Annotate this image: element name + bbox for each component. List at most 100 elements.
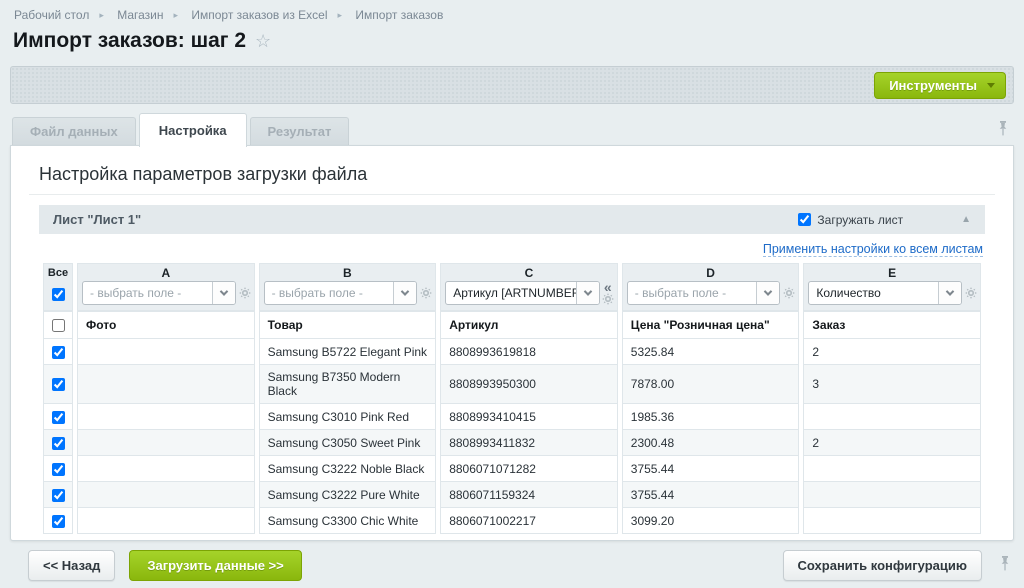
cell-price: 3755.44 xyxy=(622,456,800,482)
row-checkbox[interactable] xyxy=(52,411,65,424)
cell-order xyxy=(803,482,981,508)
select-value: - выбрать поле - xyxy=(83,286,212,300)
breadcrumb-import-excel[interactable]: Импорт заказов из Excel xyxy=(191,8,327,22)
cell-photo xyxy=(77,508,255,534)
chevron-down-icon xyxy=(576,282,599,304)
header-row-checkbox[interactable] xyxy=(52,319,65,332)
cell-order xyxy=(803,508,981,534)
sheet-title: Лист "Лист 1" xyxy=(53,212,141,227)
column-d-field-select[interactable]: - выбрать поле - xyxy=(627,281,781,305)
table-row: Samsung B7350 Modern Black 8808993950300… xyxy=(43,365,981,404)
column-a-field-select[interactable]: - выбрать поле - xyxy=(82,281,236,305)
cell-order: 2 xyxy=(803,339,981,365)
load-sheet-checkbox[interactable] xyxy=(798,213,811,226)
column-letter-c: C xyxy=(440,263,618,280)
chevron-down-icon xyxy=(393,282,416,304)
row-checkbox[interactable] xyxy=(52,515,65,528)
pin-icon[interactable] xyxy=(1000,556,1010,576)
table-row: Samsung C3300 Chic White 8806071002217 3… xyxy=(43,508,981,534)
column-letter-b: B xyxy=(259,263,437,280)
breadcrumb-shop[interactable]: Магазин xyxy=(117,8,163,22)
cell-product: Samsung C3222 Pure White xyxy=(259,482,437,508)
favorite-star-icon[interactable]: ☆ xyxy=(255,31,271,52)
column-letter-d: D xyxy=(622,263,800,280)
sheet-block: Лист "Лист 1" Загружать лист ▲ Применить… xyxy=(39,205,985,534)
row-checkbox[interactable] xyxy=(52,463,65,476)
table-row: Samsung C3222 Noble Black 8806071071282 … xyxy=(43,456,981,482)
footer-bar: << Назад Загрузить данные >> Сохранить к… xyxy=(10,550,1014,581)
table-row: Samsung B5722 Elegant Pink 8808993619818… xyxy=(43,339,981,365)
tools-button[interactable]: Инструменты xyxy=(874,72,1006,99)
column-header-photo: Фото xyxy=(77,311,255,339)
select-all-checkbox[interactable] xyxy=(52,288,65,301)
breadcrumb: Рабочий стол ▸ Магазин ▸ Импорт заказов из… xyxy=(14,8,443,22)
cell-order: 3 xyxy=(803,365,981,404)
select-value: - выбрать поле - xyxy=(265,286,394,300)
cell-order: 2 xyxy=(803,430,981,456)
cell-photo xyxy=(77,456,255,482)
chevron-down-icon xyxy=(756,282,779,304)
gear-icon[interactable] xyxy=(783,287,795,299)
cell-product: Samsung B5722 Elegant Pink xyxy=(259,339,437,365)
breadcrumb-desktop[interactable]: Рабочий стол xyxy=(14,8,89,22)
cell-photo xyxy=(77,365,255,404)
cell-sku: 8806071002217 xyxy=(440,508,618,534)
cell-order xyxy=(803,404,981,430)
row-checkbox[interactable] xyxy=(52,378,65,391)
cell-sku: 8808993950300 xyxy=(440,365,618,404)
load-data-button[interactable]: Загрузить данные >> xyxy=(129,550,301,581)
gear-icon[interactable] xyxy=(602,293,614,305)
settings-panel: Настройка параметров загрузки файла Лист… xyxy=(10,145,1014,541)
back-button[interactable]: << Назад xyxy=(28,550,115,581)
cell-sku: 8808993411832 xyxy=(440,430,618,456)
cell-sku: 8806071159324 xyxy=(440,482,618,508)
tab-settings[interactable]: Настройка xyxy=(139,113,247,147)
tab-data-file[interactable]: Файл данных xyxy=(12,117,136,146)
breadcrumb-separator-icon: ▸ xyxy=(338,10,343,20)
table-row: Samsung C3222 Pure White 8806071159324 3… xyxy=(43,482,981,508)
column-e-field-select[interactable]: Количество xyxy=(808,281,962,305)
row-checkbox[interactable] xyxy=(52,437,65,450)
heading-divider xyxy=(29,194,995,195)
select-all-label: Все xyxy=(43,263,73,280)
cell-product: Samsung B7350 Modern Black xyxy=(259,365,437,404)
cell-product: Samsung C3010 Pink Red xyxy=(259,404,437,430)
chevron-down-icon xyxy=(212,282,235,304)
load-sheet-label: Загружать лист xyxy=(817,213,903,227)
pin-icon[interactable] xyxy=(998,121,1008,141)
gear-icon[interactable] xyxy=(420,287,432,299)
cell-product: Samsung C3050 Sweet Pink xyxy=(259,430,437,456)
gear-icon[interactable] xyxy=(965,287,977,299)
breadcrumb-separator-icon: ▸ xyxy=(174,10,179,20)
cell-price: 2300.48 xyxy=(622,430,800,456)
chevron-down-icon xyxy=(938,282,961,304)
column-header-product: Товар xyxy=(259,311,437,339)
cell-photo xyxy=(77,430,255,456)
row-checkbox[interactable] xyxy=(52,489,65,502)
cell-photo xyxy=(77,404,255,430)
cell-price: 1985.36 xyxy=(622,404,800,430)
column-header-order: Заказ xyxy=(803,311,981,339)
gear-icon[interactable] xyxy=(239,287,251,299)
table-body: Samsung B5722 Elegant Pink 8808993619818… xyxy=(43,339,981,534)
column-b-field-select[interactable]: - выбрать поле - xyxy=(264,281,418,305)
page-title: Импорт заказов: шаг 2 xyxy=(13,29,246,53)
import-table: Все A B C D E - выбрать поле - - выбрать… xyxy=(39,263,985,534)
cell-photo xyxy=(77,482,255,508)
row-checkbox[interactable] xyxy=(52,346,65,359)
save-configuration-button[interactable]: Сохранить конфигурацию xyxy=(783,550,982,581)
column-c-field-select[interactable]: Артикул [ARTNUMBER] xyxy=(445,281,600,305)
cell-order xyxy=(803,456,981,482)
collapse-columns-icon[interactable]: « xyxy=(604,282,612,293)
apply-to-all-sheets-link[interactable]: Применить настройки ко всем листам xyxy=(763,242,983,257)
collapse-sheet-icon[interactable]: ▲ xyxy=(961,214,971,225)
cell-price: 3755.44 xyxy=(622,482,800,508)
cell-price: 7878.00 xyxy=(622,365,800,404)
select-value: Артикул [ARTNUMBER] xyxy=(446,286,576,300)
toolbar: Инструменты xyxy=(10,66,1014,104)
tab-result[interactable]: Результат xyxy=(250,117,350,146)
select-value: Количество xyxy=(809,286,938,300)
section-heading: Настройка параметров загрузки файла xyxy=(39,164,995,185)
column-letter-a: A xyxy=(77,263,255,280)
cell-sku: 8808993619818 xyxy=(440,339,618,365)
